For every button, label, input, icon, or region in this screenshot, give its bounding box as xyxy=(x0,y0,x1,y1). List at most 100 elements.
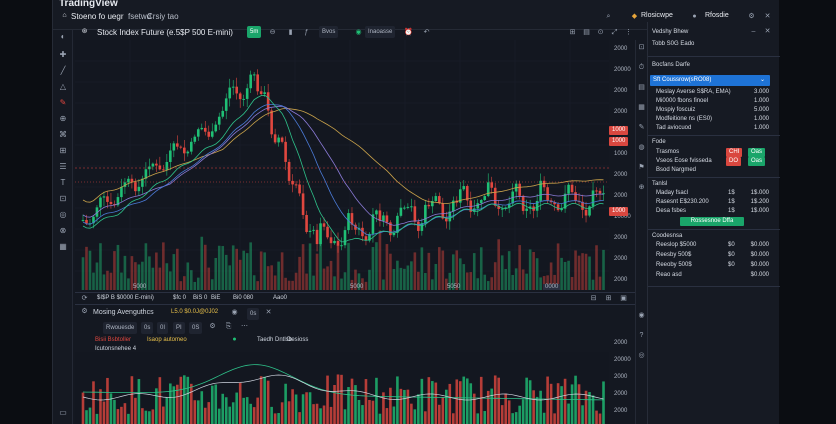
zoom-icon[interactable]: ⊕ xyxy=(58,114,68,124)
status-label[interactable]: Rfosdie xyxy=(705,12,729,19)
close-icon[interactable]: ✕ xyxy=(762,11,773,22)
candle-body[interactable] xyxy=(287,161,291,181)
tab-title[interactable]: Stoeno fo uegr xyxy=(71,12,123,21)
candle-body[interactable] xyxy=(224,98,228,111)
candle-body[interactable] xyxy=(172,143,176,151)
candle-body[interactable] xyxy=(294,184,298,186)
candle-body[interactable] xyxy=(106,196,109,202)
help-icon[interactable]: ? xyxy=(636,330,647,341)
indicator-row-2[interactable]: 0s xyxy=(141,322,154,334)
indicator-axis[interactable]: 2000 20000 2000 2000 2000 xyxy=(609,336,635,424)
grid-icon[interactable]: ⊞ xyxy=(567,27,578,38)
indicator-row-label[interactable]: Modfeitione ns (ES0) xyxy=(656,116,712,122)
candle-body[interactable] xyxy=(427,204,431,207)
candle-body[interactable] xyxy=(591,190,595,207)
layout-button[interactable]: Inaoasse xyxy=(365,26,396,38)
fade-tag-green[interactable]: Oas xyxy=(748,148,766,157)
candle-body[interactable] xyxy=(333,240,336,244)
news-icon[interactable]: ▤ xyxy=(636,82,647,93)
trade-row-label[interactable]: Desa fsbes xyxy=(656,208,686,214)
indicator-row-3[interactable]: 0I xyxy=(157,322,169,334)
candle-body[interactable] xyxy=(263,92,266,95)
price-chart[interactable] xyxy=(75,40,609,290)
candle-body[interactable] xyxy=(382,215,385,221)
trash-icon[interactable]: ▦ xyxy=(58,242,68,252)
candle-type-icon[interactable]: ▮ xyxy=(285,27,296,38)
candle-body[interactable] xyxy=(500,208,504,210)
fade-row-label[interactable]: Bsod Nargmed xyxy=(656,167,696,173)
ideas-icon[interactable]: ◍ xyxy=(636,142,647,153)
candle-body[interactable] xyxy=(305,214,308,232)
candle-body[interactable] xyxy=(130,178,134,183)
triangle-icon[interactable]: △ xyxy=(58,82,68,92)
measure-icon[interactable]: ⊞ xyxy=(58,146,68,156)
indicator-row-5[interactable]: 0S xyxy=(189,322,203,334)
candle-body[interactable] xyxy=(410,206,413,208)
indicator-settings-icon[interactable]: ⚙ xyxy=(79,306,90,317)
candle-body[interactable] xyxy=(291,180,294,185)
candle-body[interactable] xyxy=(315,229,319,245)
tab-sub2[interactable]: Crsiy tao xyxy=(147,12,179,21)
order-row-label[interactable]: Reeslop $5000 xyxy=(656,242,696,248)
cursor-icon[interactable]: ◐ xyxy=(58,32,68,42)
candle-body[interactable] xyxy=(134,182,137,192)
candle-body[interactable] xyxy=(598,190,602,194)
indicator-row-label[interactable]: Meslay Averse S$RA, EMA) xyxy=(656,89,731,95)
pattern-icon[interactable]: ⌘ xyxy=(58,130,68,140)
dom-icon[interactable]: ◉ xyxy=(636,310,647,321)
indicator-link-icon[interactable]: ⎘ xyxy=(223,321,234,332)
candle-body[interactable] xyxy=(270,110,273,135)
crosshair-icon[interactable]: ✚ xyxy=(58,50,68,60)
fade-tag-red[interactable]: DO xyxy=(726,157,741,166)
trade-button[interactable]: Rossesnoe Dffa xyxy=(680,217,744,226)
candle-body[interactable] xyxy=(312,229,315,231)
candle-body[interactable] xyxy=(235,86,239,94)
candle-body[interactable] xyxy=(343,230,347,246)
candle-body[interactable] xyxy=(176,143,179,147)
candle-body[interactable] xyxy=(214,124,218,132)
candle-body[interactable] xyxy=(249,74,252,89)
range-icon[interactable]: ⟳ xyxy=(79,293,90,304)
home-icon[interactable]: ⌂ xyxy=(59,10,70,21)
candle-body[interactable] xyxy=(595,190,598,192)
candle-body[interactable] xyxy=(200,127,204,130)
undo-icon[interactable]: ↶ xyxy=(421,27,432,38)
candle-body[interactable] xyxy=(584,209,588,216)
candle-body[interactable] xyxy=(183,147,186,154)
candle-body[interactable] xyxy=(151,163,155,167)
layers-icon[interactable]: ▤ xyxy=(581,27,592,38)
order-row-label[interactable]: Reao asd xyxy=(656,272,682,278)
chart-title[interactable]: Stock Index Future (e.5$P 500 E-mini) xyxy=(97,28,233,37)
candle-body[interactable] xyxy=(525,208,528,211)
compare-icon[interactable]: ⊖ xyxy=(267,27,278,38)
ruler-icon[interactable]: ⊡ xyxy=(58,194,68,204)
candle-body[interactable] xyxy=(165,161,169,170)
candle-body[interactable] xyxy=(245,88,249,99)
candle-body[interactable] xyxy=(284,141,287,162)
candle-body[interactable] xyxy=(259,91,263,95)
candle-body[interactable] xyxy=(574,192,577,201)
candle-body[interactable] xyxy=(322,223,326,227)
candle-body[interactable] xyxy=(465,186,469,201)
candle-body[interactable] xyxy=(326,226,329,238)
fade-tag-green[interactable]: Oas xyxy=(748,157,766,166)
candle-body[interactable] xyxy=(340,245,343,247)
candle-body[interactable] xyxy=(109,201,113,205)
fullscreen-icon[interactable]: ⤢ xyxy=(609,27,620,38)
notes-icon[interactable]: ✎ xyxy=(636,122,647,133)
reset-icon[interactable]: ▣ xyxy=(618,293,629,304)
candle-body[interactable] xyxy=(493,187,497,206)
panel-minimize-icon[interactable]: – xyxy=(748,26,759,37)
candle-body[interactable] xyxy=(203,127,207,132)
alerts-icon[interactable]: ⏱ xyxy=(636,62,647,73)
candle-body[interactable] xyxy=(385,215,389,223)
indicator-row-1[interactable]: Rwouesde xyxy=(103,322,138,334)
candle-body[interactable] xyxy=(486,182,490,197)
candle-body[interactable] xyxy=(81,219,85,221)
candle-body[interactable] xyxy=(479,200,483,204)
alert-icon[interactable]: ◆ xyxy=(629,11,640,22)
settings-icon[interactable]: ⚙ xyxy=(746,11,757,22)
interval-badge[interactable]: 5m xyxy=(247,26,262,38)
replay-icon[interactable]: ◉ xyxy=(353,27,364,38)
candle-body[interactable] xyxy=(193,136,197,142)
